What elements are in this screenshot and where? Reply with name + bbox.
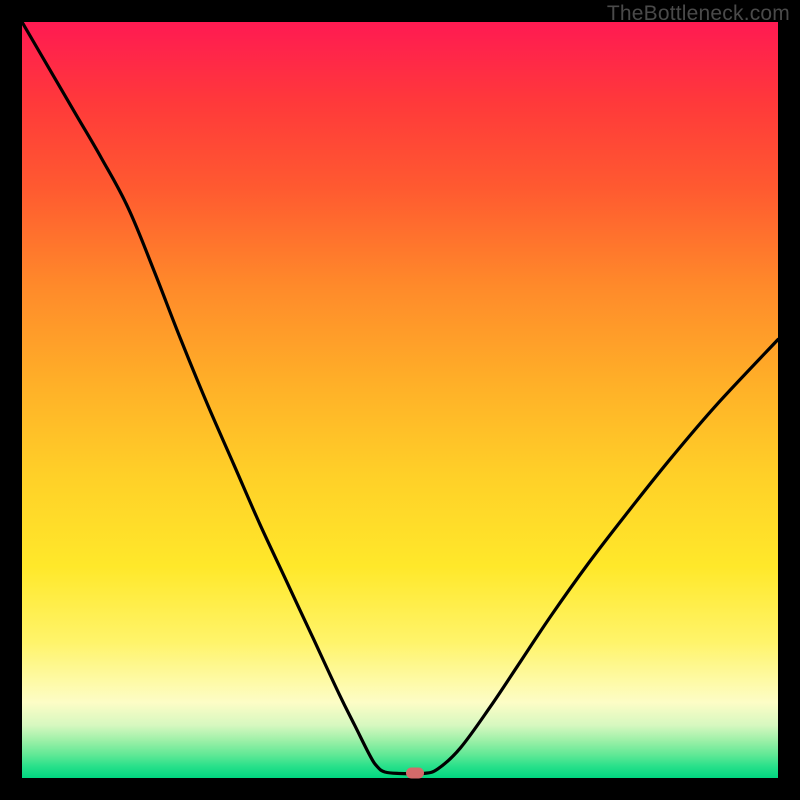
minimum-marker bbox=[406, 768, 424, 779]
watermark-text: TheBottleneck.com bbox=[607, 2, 790, 26]
plot-area bbox=[22, 22, 778, 778]
bottleneck-curve bbox=[22, 22, 778, 778]
